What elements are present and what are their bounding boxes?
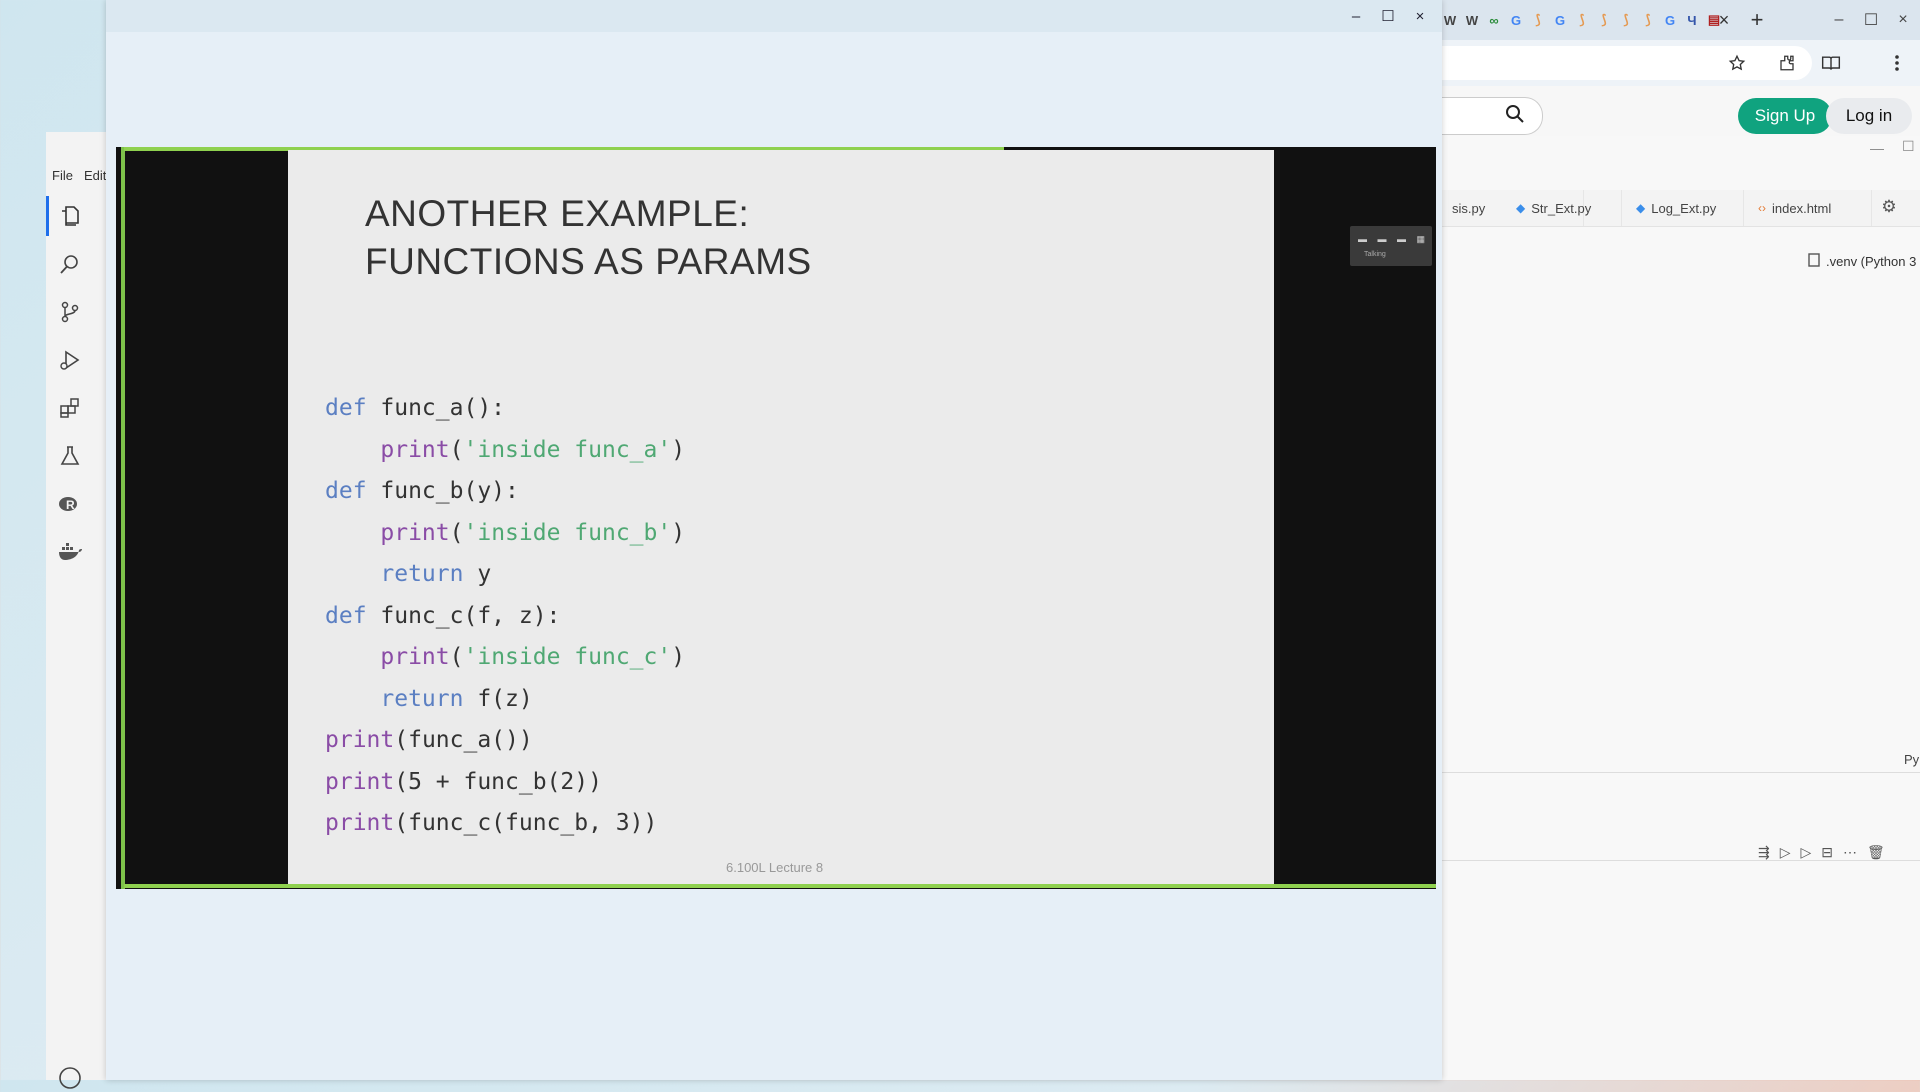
python-file-icon: ◆ <box>1636 201 1646 215</box>
editor-tab[interactable]: ◆ Log_Ext.py <box>1626 190 1744 226</box>
editor-tab[interactable]: ◆ Str_Ext.py <box>1506 190 1622 226</box>
python-file-icon: ◆ <box>1516 201 1526 215</box>
tab-favicon[interactable]: ∞ <box>1486 12 1502 28</box>
tab-favicon[interactable]: ⟆ <box>1640 12 1656 28</box>
video-minimize-button[interactable]: – <box>1342 4 1370 28</box>
more-actions-icon[interactable]: ⋯ <box>1843 844 1857 866</box>
vscode-editor-area <box>1442 136 1920 1080</box>
active-indicator <box>46 196 49 236</box>
kernel-selector[interactable]: .venv (Python 3 <box>1808 253 1916 270</box>
slide-title: ANOTHER EXAMPLE: FUNCTIONS AS PARAMS <box>365 190 812 286</box>
remote-explorer-icon[interactable]: R <box>56 490 84 518</box>
tab-favicon[interactable]: G <box>1662 12 1678 28</box>
cell-language-label[interactable]: Py <box>1904 752 1919 767</box>
video-window-titlebar[interactable] <box>106 0 1442 32</box>
gear-icon[interactable]: ⚙ <box>1878 196 1900 218</box>
tab-favicon[interactable]: W <box>1442 12 1458 28</box>
video-close-button[interactable]: × <box>1406 4 1434 28</box>
browser-close-button[interactable]: × <box>1888 8 1918 32</box>
browser-menu-icon[interactable] <box>1886 52 1908 74</box>
site-search-input[interactable] <box>1442 97 1543 135</box>
sign-up-button[interactable]: Sign Up <box>1738 98 1832 134</box>
tab-favicon[interactable]: W <box>1464 12 1480 28</box>
svg-text:R: R <box>66 498 75 512</box>
tab-label: Str_Ext.py <box>1531 200 1592 216</box>
slide-code-block: def func_a(): print('inside func_a') def… <box>325 395 686 836</box>
browser-maximize-button[interactable]: ☐ <box>1856 8 1886 32</box>
reading-mode-icon[interactable] <box>1820 52 1842 74</box>
vscode-restore-icon[interactable]: ☐ <box>1902 138 1915 155</box>
overlay-controls: ▬ ▬ ▬ ▦ <box>1358 234 1430 244</box>
search-icon[interactable] <box>1505 104 1525 124</box>
split-cell-icon[interactable]: ⊟ <box>1821 844 1833 866</box>
tab-label: sis.py <box>1452 200 1486 216</box>
divider <box>1442 772 1920 773</box>
tab-favicon[interactable]: ⟆ <box>1596 12 1612 28</box>
speaker-thumbnail-overlay: ▬ ▬ ▬ ▦ Talking <box>1350 226 1432 266</box>
extensions-icon[interactable] <box>56 394 84 422</box>
account-icon[interactable] <box>56 1064 84 1092</box>
log-in-button[interactable]: Log in <box>1826 98 1912 134</box>
source-control-icon[interactable] <box>56 298 84 326</box>
tab-label: index.html <box>1772 200 1832 216</box>
vscode-minimize-icon[interactable]: — <box>1870 140 1884 156</box>
cell-toolbar: ⇶ ▷ ▷ ⊟ ⋯ 🗑 <box>1758 844 1885 866</box>
tab-favicon[interactable]: ⟆ <box>1530 12 1546 28</box>
close-tab-icon[interactable]: × <box>1712 8 1736 32</box>
run-debug-icon[interactable] <box>56 346 84 374</box>
slide-footer: 6.100L Lecture 8 <box>726 860 824 875</box>
html-file-icon: ‹› <box>1758 201 1766 215</box>
slide-title-line: FUNCTIONS AS PARAMS <box>365 241 812 282</box>
tab-favicon[interactable]: Ч <box>1684 12 1700 28</box>
browser-minimize-button[interactable]: – <box>1824 8 1854 32</box>
new-tab-button[interactable]: + <box>1745 6 1769 34</box>
run-above-icon[interactable]: ⇶ <box>1758 844 1770 866</box>
editor-tab[interactable]: ‹› index.html <box>1748 190 1872 226</box>
bookmark-star-icon[interactable] <box>1726 52 1748 74</box>
menu-file[interactable]: File <box>52 168 73 183</box>
address-bar[interactable] <box>1442 46 1812 80</box>
tab-label: Log_Ext.py <box>1651 200 1717 216</box>
testing-flask-icon[interactable] <box>56 442 84 470</box>
explorer-icon[interactable] <box>56 202 84 230</box>
slide-title-line: ANOTHER EXAMPLE: <box>365 193 750 234</box>
tab-favicon[interactable]: ⟆ <box>1574 12 1590 28</box>
extensions-icon[interactable] <box>1776 52 1798 74</box>
tab-favicon[interactable]: ⟆ <box>1618 12 1634 28</box>
run-below-icon[interactable]: ▷ <box>1801 844 1812 866</box>
docker-icon[interactable] <box>56 538 84 566</box>
run-cell-icon[interactable]: ▷ <box>1780 844 1791 866</box>
menu-edit[interactable]: Edit <box>84 168 106 183</box>
video-maximize-button[interactable]: ☐ <box>1374 4 1402 28</box>
slide-border <box>124 884 1436 888</box>
search-icon[interactable] <box>56 250 84 278</box>
tab-favicon[interactable]: G <box>1508 12 1524 28</box>
browser-tab-favicons[interactable]: W W ∞ G ⟆ G ⟆ ⟆ ⟆ ⟆ G Ч ▤ <box>1442 10 1722 30</box>
kernel-icon <box>1808 253 1820 270</box>
tab-favicon[interactable]: G <box>1552 12 1568 28</box>
overlay-label: Talking <box>1364 251 1386 258</box>
slide-border <box>121 147 125 889</box>
kernel-label: .venv (Python 3 <box>1826 254 1917 269</box>
delete-cell-icon[interactable]: 🗑 <box>1867 844 1885 866</box>
